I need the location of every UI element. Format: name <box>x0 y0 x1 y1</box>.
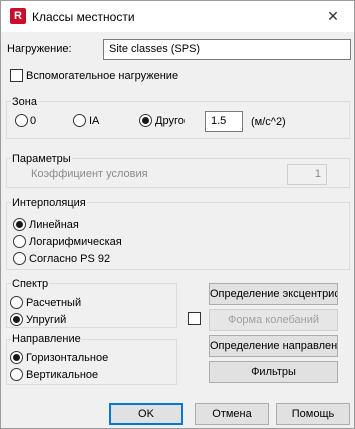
load-name-field[interactable]: Site classes (SPS) <box>103 39 351 60</box>
mode-shape-checkbox[interactable] <box>188 312 201 325</box>
params-group-title: Параметры <box>11 153 72 165</box>
direction-group-title: Направление <box>11 333 82 345</box>
spectrum-elastic-label: Упругий <box>26 314 67 326</box>
interpolation-group-title: Интерполяция <box>11 197 87 209</box>
mode-shape-button: Форма колебаний <box>209 309 338 331</box>
interp-radio-linear[interactable] <box>13 218 26 231</box>
title-bar: R Классы местности ✕ <box>1 1 354 32</box>
zone-option-ia-label: IA <box>89 115 100 127</box>
spectrum-group-title: Спектр <box>11 278 50 290</box>
zone-option-0-label: 0 <box>30 115 37 127</box>
zone-radio-other[interactable] <box>139 114 152 127</box>
zone-radio-0[interactable] <box>15 114 28 127</box>
interp-radio-ps92[interactable] <box>13 252 26 265</box>
dialog-title: Классы местности <box>32 10 135 24</box>
zone-option-other-label: Другое <box>155 115 185 127</box>
direction-radio-horizontal[interactable] <box>10 351 23 364</box>
spectrum-radio-elastic[interactable] <box>10 313 23 326</box>
condition-coef-label: Коэффициент условия <box>31 168 148 180</box>
direction-radio-vertical[interactable] <box>10 368 23 381</box>
spectrum-design-label: Расчетный <box>26 297 82 309</box>
spectrum-radio-design[interactable] <box>10 296 23 309</box>
zone-unit-label: (м/с^2) <box>251 116 286 128</box>
help-button[interactable]: Помощь <box>276 403 350 425</box>
cancel-button[interactable]: Отмена <box>195 403 269 425</box>
direction-definition-button-label: Определение направления <box>210 340 338 352</box>
auxiliary-load-checkbox[interactable] <box>10 69 23 82</box>
zone-group-title: Зона <box>11 96 38 108</box>
zone-value-field[interactable]: 1.5 <box>205 111 243 132</box>
close-icon[interactable]: ✕ <box>318 4 348 28</box>
eccentricity-button[interactable]: Определение эксцентриситета <box>209 283 338 305</box>
auxiliary-load-label: Вспомогательное нагружение <box>26 70 179 82</box>
interp-log-label: Логарифмическая <box>29 236 122 248</box>
eccentricity-button-label: Определение эксцентриситета <box>210 288 337 300</box>
interp-linear-label: Линейная <box>29 219 79 231</box>
app-logo-icon: R <box>10 8 26 24</box>
direction-horizontal-label: Горизонтальное <box>26 352 109 364</box>
filters-button[interactable]: Фильтры <box>209 361 338 383</box>
load-label: Нагружение: <box>7 43 72 55</box>
interp-ps92-label: Согласно PS 92 <box>29 253 111 265</box>
ok-button[interactable]: OK <box>109 403 183 425</box>
direction-definition-button[interactable]: Определение направления <box>209 335 338 357</box>
direction-vertical-label: Вертикальное <box>26 369 99 381</box>
dialog-window: R Классы местности ✕ Нагружение: Site cl… <box>0 0 355 429</box>
zone-radio-ia[interactable] <box>73 114 86 127</box>
condition-coef-field: 1 <box>287 164 327 185</box>
interp-radio-log[interactable] <box>13 235 26 248</box>
